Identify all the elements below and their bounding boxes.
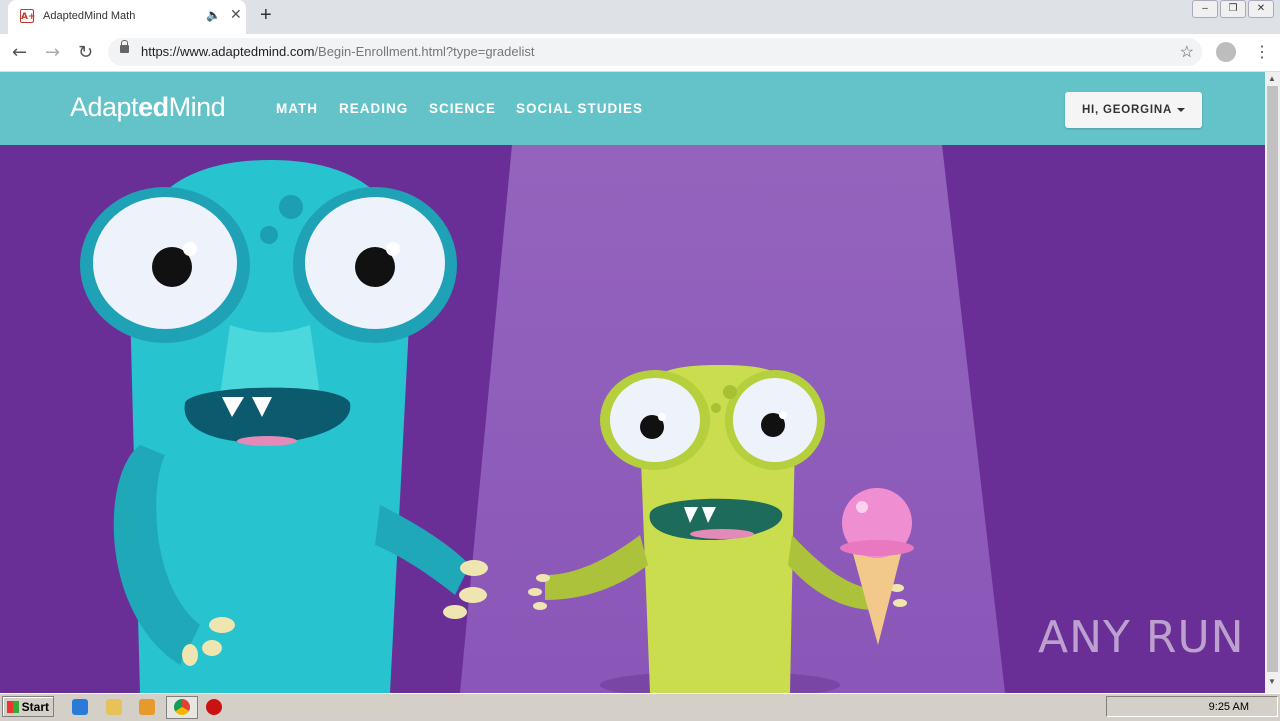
start-button[interactable]: Start	[2, 696, 54, 717]
url-text: https://www.adaptedmind.com/Begin-Enroll…	[141, 44, 535, 59]
nav-reading[interactable]: READING	[339, 101, 408, 116]
site-header: AdaptedMind MATH READING SCIENCE SOCIAL …	[0, 72, 1265, 145]
clock[interactable]: 9:25 AM	[1209, 701, 1249, 713]
chrome-taskbar-button[interactable]	[166, 696, 198, 719]
caret-down-icon	[1177, 107, 1186, 112]
folder-icon[interactable]	[106, 699, 122, 715]
windows-flag-icon	[7, 701, 19, 713]
back-arrow-icon[interactable]: ←	[12, 42, 27, 63]
close-icon[interactable]: ✕	[230, 6, 242, 23]
window-controls: – ❐ ✕	[1192, 0, 1274, 18]
browser-toolbar: ← → ↻ https://www.adaptedmind.com/Begin-…	[0, 34, 1280, 72]
scroll-up-icon[interactable]: ▲	[1268, 74, 1276, 83]
window-close-button[interactable]: ✕	[1248, 0, 1274, 18]
system-tray: 9:25 AM	[1106, 696, 1278, 717]
new-tab-button[interactable]: +	[260, 4, 272, 27]
hero-banner	[0, 145, 1265, 693]
taskbar: Start 9:25 AM	[0, 693, 1280, 721]
minimize-button[interactable]: –	[1192, 0, 1218, 18]
profile-icon[interactable]	[1216, 42, 1236, 62]
anyrun-watermark: ANY RUN	[1038, 612, 1245, 663]
site-logo[interactable]: AdaptedMind	[70, 92, 226, 123]
favicon-a-plus-icon: A+	[20, 9, 36, 23]
kebab-menu-icon[interactable]: ⋮	[1254, 42, 1270, 62]
restore-button[interactable]: ❐	[1220, 0, 1246, 18]
ie-icon[interactable]	[72, 699, 88, 715]
audio-icon[interactable]: 🔈	[206, 8, 221, 22]
hero-illustration	[0, 145, 1265, 693]
nav-math[interactable]: MATH	[276, 101, 318, 116]
tab-title: AdaptedMind Math	[43, 10, 136, 22]
reload-icon[interactable]: ↻	[78, 42, 93, 63]
scroll-thumb[interactable]	[1267, 86, 1278, 672]
nav-science[interactable]: SCIENCE	[429, 101, 496, 116]
scroll-down-icon[interactable]: ▼	[1268, 677, 1276, 686]
media-icon[interactable]	[139, 699, 155, 715]
browser-tab[interactable]: A+ AdaptedMind Math 🔈 ✕	[8, 0, 246, 34]
page-scrollbar[interactable]: ▲ ▼	[1265, 72, 1280, 693]
lock-icon	[120, 40, 129, 53]
forward-arrow-icon[interactable]: →	[45, 42, 60, 63]
stop-icon[interactable]	[206, 699, 222, 715]
browser-tab-strip: A+ AdaptedMind Math 🔈 ✕ + – ❐ ✕	[0, 0, 1280, 34]
user-menu-button[interactable]: HI, GEORGINA	[1065, 92, 1202, 128]
nav-social-studies[interactable]: SOCIAL STUDIES	[516, 101, 643, 116]
chrome-icon	[174, 699, 190, 715]
address-bar[interactable]: https://www.adaptedmind.com/Begin-Enroll…	[108, 38, 1202, 66]
star-icon[interactable]: ☆	[1180, 42, 1194, 62]
